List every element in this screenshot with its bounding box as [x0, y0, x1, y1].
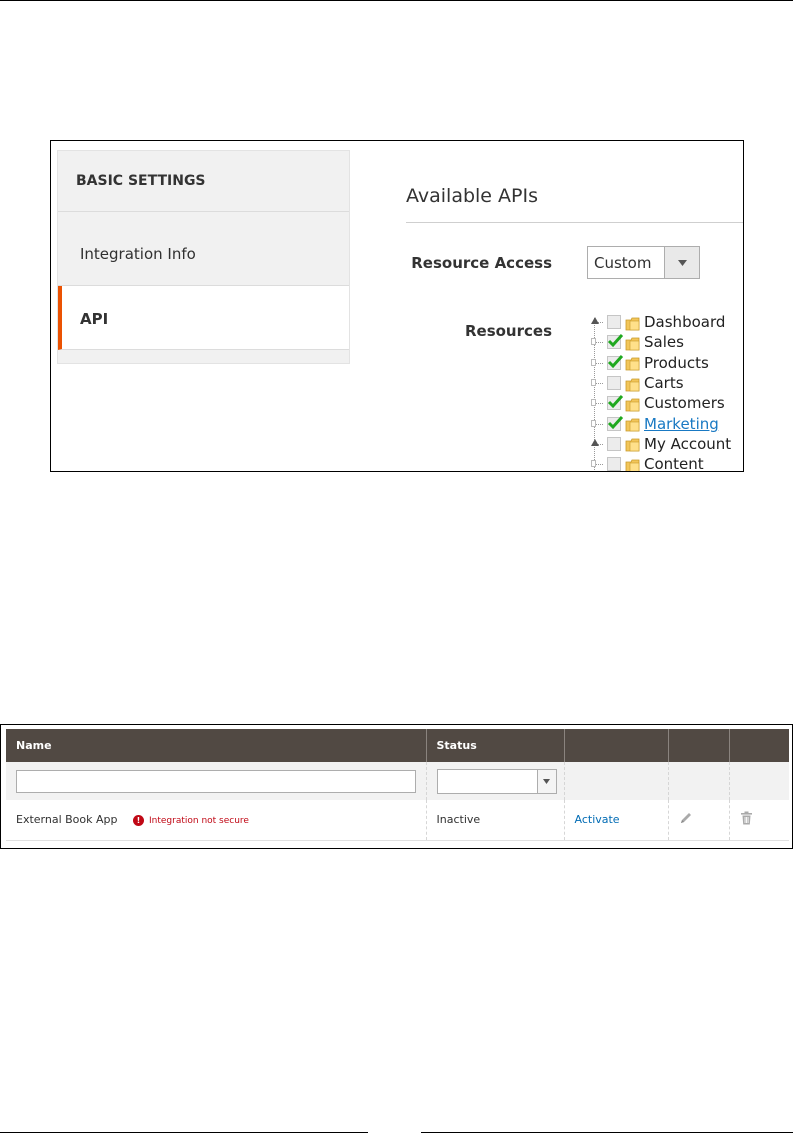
integration-name: External Book App	[16, 813, 118, 827]
table-row[interactable]: External Book App ! Integration not secu…	[6, 800, 789, 841]
resource-checkbox[interactable]	[607, 457, 621, 471]
resource-checkbox[interactable]	[607, 376, 621, 391]
tree-connector-icon	[591, 454, 605, 471]
section-divider	[406, 222, 743, 223]
integration-api-screenshot: BASIC SETTINGS Integration Info API Avai…	[50, 140, 744, 472]
resource-checkbox[interactable]	[607, 436, 621, 451]
folder-icon	[625, 356, 640, 371]
footer-rule-left	[0, 1132, 368, 1133]
resource-checkbox[interactable]	[607, 415, 624, 431]
tree-node-label[interactable]: My Account	[644, 435, 731, 453]
folder-icon	[625, 336, 640, 351]
resource-checkbox[interactable]	[607, 334, 624, 350]
resource-access-value: Custom	[594, 254, 652, 272]
security-warning-text: Integration not secure	[149, 815, 249, 826]
resources-label: Resources	[464, 322, 552, 340]
folder-icon	[625, 316, 640, 331]
resource-access-label: Resource Access	[411, 254, 552, 272]
tree-connector-icon	[591, 414, 605, 434]
resource-checkbox[interactable]	[607, 315, 621, 330]
integration-name-cell: External Book App ! Integration not secu…	[6, 800, 427, 841]
name-filter-input[interactable]	[16, 769, 416, 793]
integration-status: Inactive	[426, 800, 565, 841]
tree-node[interactable]: Content	[591, 454, 741, 471]
tree-node[interactable]: Customers	[591, 393, 741, 413]
integrations-table: Name Status External Book App ! Integrat…	[6, 729, 789, 841]
status-filter-select[interactable]	[436, 768, 557, 794]
expand-toggle-icon[interactable]	[591, 312, 605, 332]
tree-connector-icon	[591, 353, 605, 373]
integrations-grid-screenshot: Name Status External Book App ! Integrat…	[0, 724, 793, 849]
column-header-edit	[668, 729, 730, 762]
tree-node-label[interactable]: Carts	[644, 374, 684, 392]
resources-tree: Dashboard Sales Products Carts Customers Mark…	[591, 312, 741, 471]
column-header-activate	[564, 729, 669, 762]
sidebar-item-integration-info[interactable]: Integration Info	[58, 212, 349, 286]
alert-icon: !	[133, 815, 144, 827]
tree-node-label[interactable]: Sales	[644, 333, 684, 351]
tree-node[interactable]: Marketing	[591, 413, 741, 433]
tree-connector-icon	[591, 393, 605, 413]
trash-icon[interactable]	[740, 811, 753, 828]
sidebar-item-api[interactable]: API	[58, 286, 349, 350]
column-header-name[interactable]: Name	[6, 729, 427, 762]
table-header-row: Name Status	[6, 729, 789, 762]
folder-icon	[625, 417, 640, 432]
available-apis-title: Available APIs	[406, 185, 538, 207]
footer-rule-right	[421, 1132, 793, 1133]
tree-connector-icon	[591, 373, 605, 393]
column-header-status[interactable]: Status	[426, 729, 565, 762]
tree-node[interactable]: Carts	[591, 373, 741, 393]
column-header-delete	[729, 729, 789, 762]
resource-checkbox[interactable]	[607, 354, 624, 370]
status-filter-value	[438, 770, 537, 793]
folder-icon	[625, 397, 640, 412]
tree-node[interactable]: Dashboard	[591, 312, 741, 332]
tree-node[interactable]: Products	[591, 353, 741, 373]
tree-node-label[interactable]: Products	[644, 354, 709, 372]
folder-icon	[625, 458, 640, 471]
folder-icon	[625, 437, 640, 452]
tree-node-label[interactable]: Content	[644, 455, 704, 471]
sidebar-heading: BASIC SETTINGS	[58, 151, 349, 212]
tree-node-label[interactable]: Marketing	[644, 415, 719, 433]
tree-node[interactable]: Sales	[591, 332, 741, 352]
tree-node-label[interactable]: Customers	[644, 394, 725, 412]
tree-node-label[interactable]: Dashboard	[644, 313, 725, 331]
page-top-rule	[0, 0, 793, 1]
tree-connector-icon	[591, 332, 605, 352]
activate-link[interactable]: Activate	[575, 813, 620, 826]
security-warning: ! Integration not secure	[133, 815, 249, 827]
settings-sidebar: BASIC SETTINGS Integration Info API	[57, 150, 350, 364]
chevron-down-icon[interactable]	[536, 769, 556, 793]
folder-icon	[625, 377, 640, 391]
pencil-icon[interactable]	[679, 813, 693, 828]
resource-access-select[interactable]: Custom	[587, 246, 700, 279]
resource-checkbox[interactable]	[607, 395, 624, 411]
chevron-down-icon[interactable]	[664, 247, 699, 278]
tree-node[interactable]: My Account	[591, 434, 741, 454]
expand-toggle-icon[interactable]	[591, 434, 605, 454]
filter-row	[6, 762, 789, 800]
